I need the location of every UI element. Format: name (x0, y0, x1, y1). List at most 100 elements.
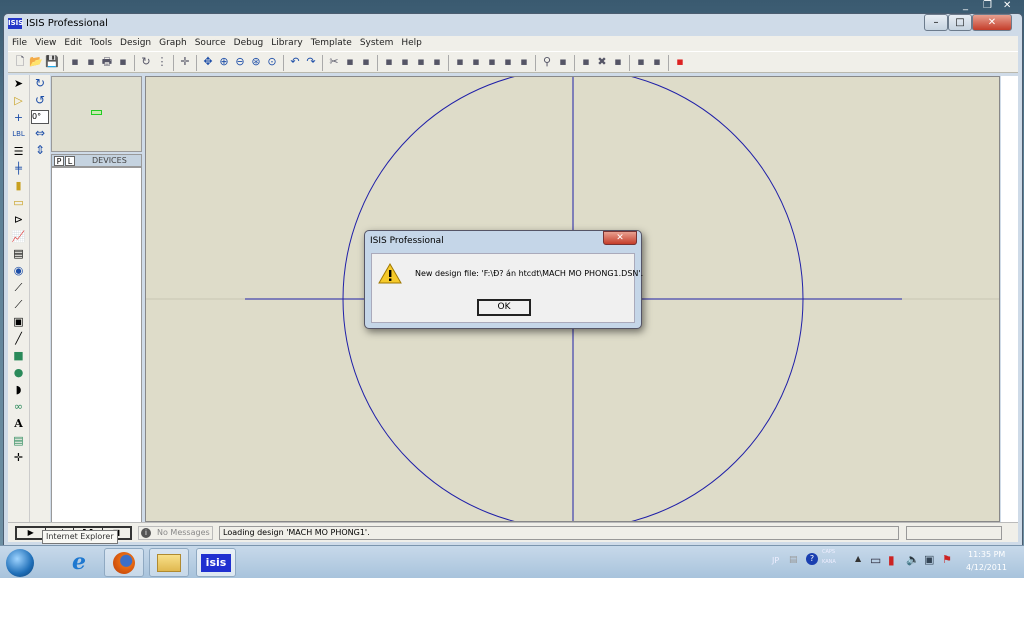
wire-autorouter-icon[interactable]: ▪ (517, 55, 531, 69)
undo-icon[interactable]: ↶ (288, 55, 302, 69)
path-mode-icon[interactable]: ∞ (8, 398, 29, 415)
grid-icon[interactable]: ⋮ (155, 55, 169, 69)
import-icon[interactable]: ▪ (68, 55, 82, 69)
rotation-angle-field[interactable]: 0° (31, 110, 49, 124)
menu-view[interactable]: View (31, 36, 60, 48)
power-icon[interactable]: ▮ (888, 553, 895, 567)
pick-device-icon[interactable]: ▪ (453, 55, 467, 69)
help-icon[interactable]: ? (806, 553, 818, 565)
title-bar[interactable]: ISIS ISIS Professional – □ ✕ (4, 14, 1022, 35)
clock-date[interactable]: 4/12/2011 (966, 563, 1007, 572)
device-pins-mode-icon[interactable]: ⊳ (8, 211, 29, 228)
terminals-mode-icon[interactable]: ▭ (8, 194, 29, 211)
text-script-mode-icon[interactable]: ☰ (8, 143, 29, 160)
rotate-clockwise-icon[interactable]: ↻ (30, 75, 50, 92)
volume-icon[interactable]: 🔈 (906, 553, 920, 566)
save-icon[interactable]: 💾 (45, 55, 59, 69)
print-icon[interactable]: 🖶 (100, 55, 114, 69)
decompose-icon[interactable]: ▪ (501, 55, 515, 69)
block-delete-icon[interactable]: ▪ (430, 55, 444, 69)
make-device-icon[interactable]: ▪ (469, 55, 483, 69)
overview-window[interactable] (51, 76, 142, 152)
network-icon[interactable]: ▣ (924, 553, 934, 566)
exit-parent-icon[interactable]: ▪ (611, 55, 625, 69)
zoom-all-icon[interactable]: ⊛ (249, 55, 263, 69)
ime-toolbox-icon[interactable]: ▤ (789, 555, 798, 565)
close-button[interactable]: ✕ (972, 14, 1012, 31)
virtual-instruments-mode-icon[interactable]: ▣ (8, 313, 29, 330)
action-flag-icon[interactable]: ⚑ (942, 553, 952, 566)
show-hidden-icons-icon[interactable]: ▲ (855, 554, 861, 563)
action-center-icon[interactable]: ▭ (870, 553, 881, 567)
dialog-close-button[interactable]: ✕ (603, 231, 637, 245)
print-area-icon[interactable]: ▪ (116, 55, 130, 69)
messages-panel[interactable]: i No Messages (138, 526, 213, 540)
pick-devices-button[interactable]: P (54, 156, 64, 166)
menu-graph[interactable]: Graph (155, 36, 191, 48)
block-move-icon[interactable]: ▪ (398, 55, 412, 69)
menu-tools[interactable]: Tools (86, 36, 116, 48)
generator-mode-icon[interactable]: ◉ (8, 262, 29, 279)
netlist-ares-icon[interactable]: ▪ (673, 55, 687, 69)
zoom-area-icon[interactable]: ⊙ (265, 55, 279, 69)
graph-mode-icon[interactable]: 📈 (8, 228, 29, 245)
property-assign-icon[interactable]: ▪ (556, 55, 570, 69)
selection-mode-icon[interactable]: ➤ (8, 75, 29, 92)
component-mode-icon[interactable]: ▷ (8, 92, 29, 109)
redo-icon[interactable]: ↷ (304, 55, 318, 69)
menu-library[interactable]: Library (267, 36, 306, 48)
mirror-horizontal-icon[interactable]: ⇔ (30, 125, 50, 142)
voltage-probe-mode-icon[interactable]: ⟋ (8, 279, 29, 296)
circle-mode-icon[interactable]: ● (8, 364, 29, 381)
menu-file[interactable]: File (8, 36, 31, 48)
bom-icon[interactable]: ▪ (634, 55, 648, 69)
language-indicator[interactable]: JP (772, 556, 779, 565)
wire-label-mode-icon[interactable]: LBL (8, 126, 29, 143)
menu-debug[interactable]: Debug (230, 36, 268, 48)
copy-icon[interactable]: ▪ (343, 55, 357, 69)
marker-mode-icon[interactable]: ✛ (8, 449, 29, 466)
pan-icon[interactable]: ✥ (201, 55, 215, 69)
clock-time[interactable]: 11:35 PM (968, 550, 1005, 559)
erc-icon[interactable]: ▪ (650, 55, 664, 69)
origin-icon[interactable]: ✛ (178, 55, 192, 69)
menu-system[interactable]: System (356, 36, 398, 48)
box-mode-icon[interactable]: ■ (8, 347, 29, 364)
menu-edit[interactable]: Edit (60, 36, 85, 48)
library-manager-button[interactable]: L (65, 156, 75, 166)
search-icon[interactable]: ⚲ (540, 55, 554, 69)
menu-help[interactable]: Help (397, 36, 426, 48)
current-probe-mode-icon[interactable]: ⟋ (8, 296, 29, 313)
bus-mode-icon[interactable]: ╪ (8, 160, 29, 177)
refresh-icon[interactable]: ↻ (139, 55, 153, 69)
maximize-button[interactable]: □ (948, 14, 972, 31)
zoom-out-icon[interactable]: ⊖ (233, 55, 247, 69)
open-icon[interactable]: 📂 (29, 55, 43, 69)
line-mode-icon[interactable]: ╱ (8, 330, 29, 347)
minimize-button[interactable]: – (924, 14, 948, 31)
menu-design[interactable]: Design (116, 36, 155, 48)
subcircuit-mode-icon[interactable]: ▮ (8, 177, 29, 194)
junction-mode-icon[interactable]: + (8, 109, 29, 126)
package-icon[interactable]: ▪ (485, 55, 499, 69)
remove-sheet-icon[interactable]: ✖ (595, 55, 609, 69)
new-icon[interactable]: 🗋 (13, 55, 27, 69)
ok-button[interactable]: OK (477, 299, 531, 316)
arc-mode-icon[interactable]: ◗ (8, 381, 29, 398)
export-icon[interactable]: ▪ (84, 55, 98, 69)
isis-taskbar-button[interactable]: isis (196, 548, 236, 577)
menu-template[interactable]: Template (307, 36, 356, 48)
mirror-vertical-icon[interactable]: ⇕ (30, 142, 50, 159)
tape-recorder-mode-icon[interactable]: ▤ (8, 245, 29, 262)
text-mode-icon[interactable]: A (8, 415, 29, 432)
device-list[interactable] (51, 167, 142, 523)
block-copy-icon[interactable]: ▪ (382, 55, 396, 69)
block-rotate-icon[interactable]: ▪ (414, 55, 428, 69)
firefox-taskbar-button[interactable] (104, 548, 144, 577)
internet-explorer-taskbar-icon[interactable]: e (58, 549, 100, 577)
menu-source[interactable]: Source (191, 36, 230, 48)
new-sheet-icon[interactable]: ▪ (579, 55, 593, 69)
cut-icon[interactable]: ✂ (327, 55, 341, 69)
paste-icon[interactable]: ▪ (359, 55, 373, 69)
explorer-taskbar-button[interactable] (149, 548, 189, 577)
